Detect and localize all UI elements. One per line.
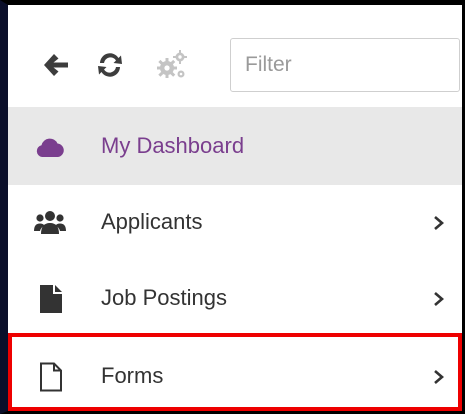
refresh-icon[interactable] <box>94 49 126 81</box>
file-icon <box>34 283 66 315</box>
filter-input[interactable] <box>230 38 460 92</box>
chevron-right-icon <box>432 291 446 307</box>
sidebar-item-label: Job Postings <box>101 285 227 310</box>
users-icon <box>34 207 66 239</box>
sidebar-item-label: Forms <box>101 363 164 388</box>
cloud-icon <box>34 132 66 164</box>
sidebar-item-applicants[interactable]: Applicants <box>8 185 462 261</box>
gears-icon[interactable] <box>155 48 189 82</box>
chevron-right-icon <box>432 215 446 231</box>
sidebar-item-job-postings[interactable]: Job Postings <box>8 261 462 337</box>
sidebar-item-my-dashboard[interactable]: My Dashboard <box>8 107 462 185</box>
arrow-left-icon[interactable] <box>40 49 72 81</box>
sidebar-item-label: My Dashboard <box>101 133 245 158</box>
sidebar-item-label: Applicants <box>101 209 203 234</box>
file-outline-icon <box>34 361 66 393</box>
chevron-right-icon <box>432 369 446 385</box>
sidebar-toolbar <box>8 5 462 107</box>
sidebar-item-forms[interactable]: Forms <box>8 333 462 411</box>
